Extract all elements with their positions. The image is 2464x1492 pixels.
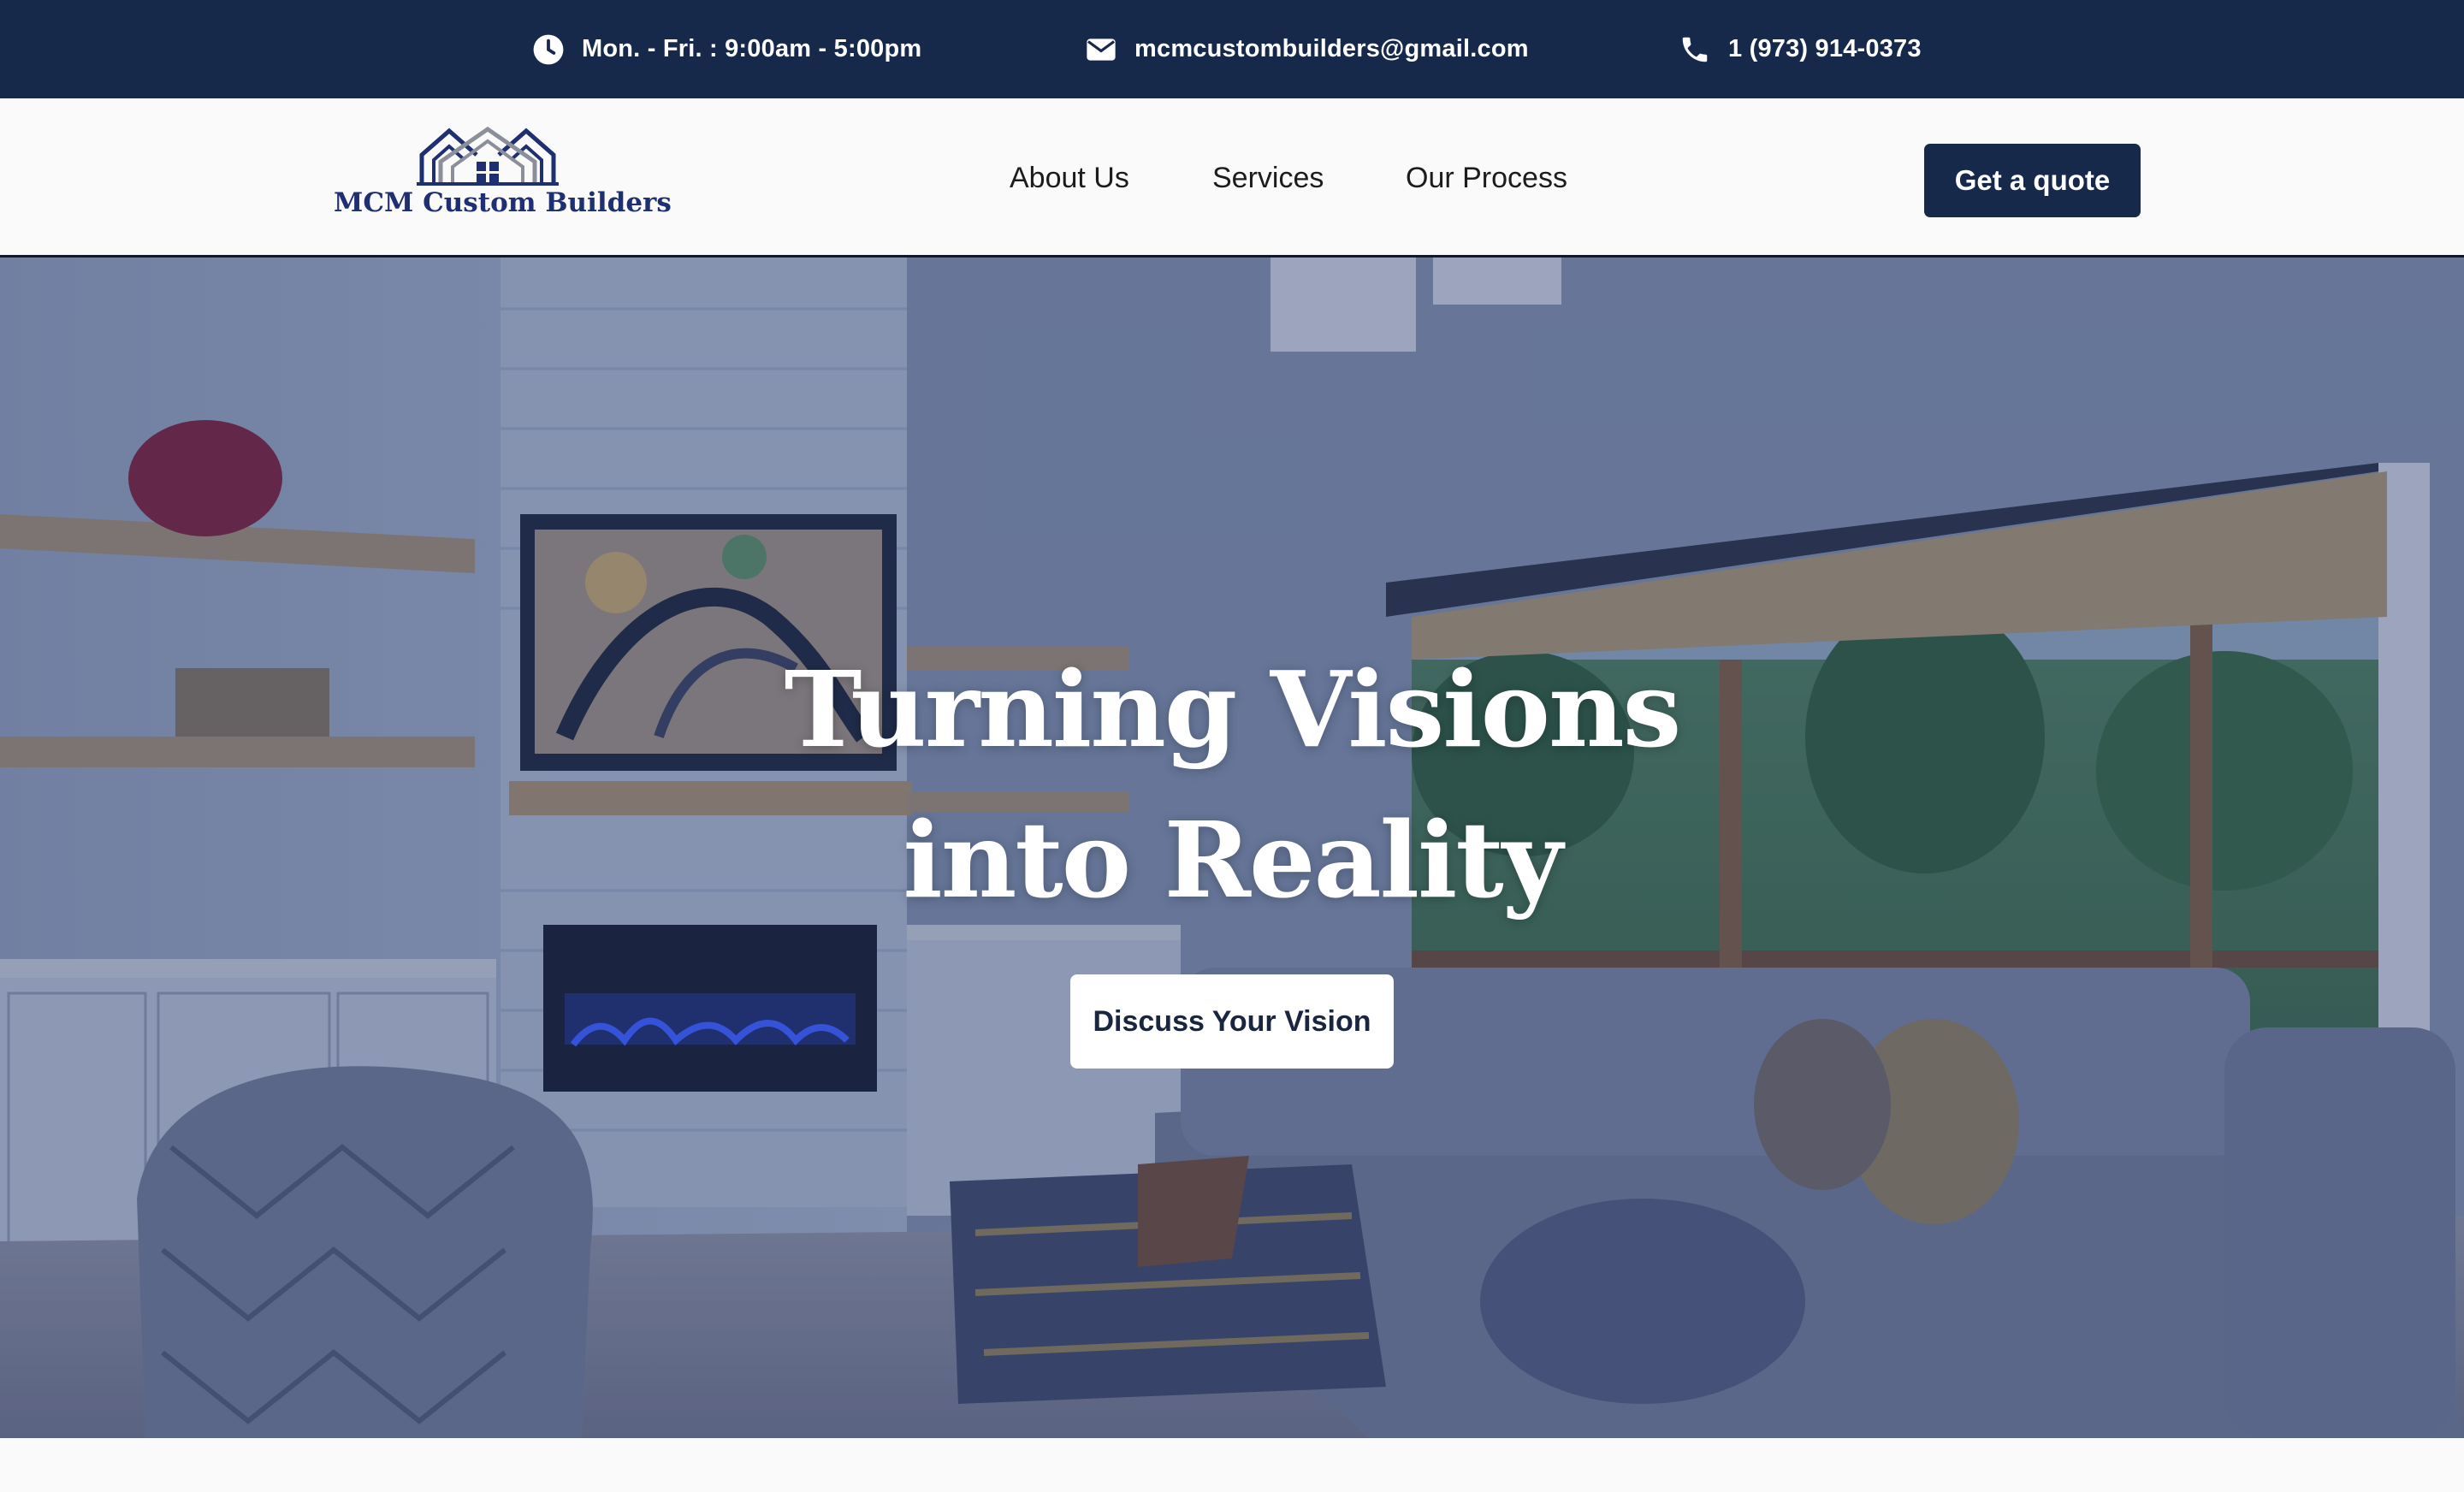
contact-phone[interactable]: 1 (973) 914-0373 (1679, 0, 1922, 98)
next-section-edge (0, 1438, 2464, 1492)
clock-icon (532, 33, 565, 66)
business-hours: Mon. - Fri. : 9:00am - 5:00pm (532, 0, 921, 98)
logo-text: MCM Custom Builders (334, 187, 672, 218)
nav-link-about-us[interactable]: About Us (1010, 98, 1129, 258)
envelope-icon (1085, 33, 1117, 66)
hero-headline: Turning Visions into Reality (0, 634, 2464, 935)
nav-link-our-process[interactable]: Our Process (1406, 98, 1567, 258)
nav-link-services[interactable]: Services (1212, 98, 1324, 258)
discuss-your-vision-button[interactable]: Discuss Your Vision (1070, 974, 1394, 1069)
main-navigation: MCM Custom Builders About Us Services Ou… (0, 98, 2464, 258)
email-text[interactable]: mcmcustombuilders@gmail.com (1134, 35, 1529, 63)
phone-text[interactable]: 1 (973) 914-0373 (1728, 35, 1922, 63)
company-logo[interactable]: MCM Custom Builders (334, 126, 672, 237)
phone-icon (1679, 33, 1711, 66)
house-logo-icon (417, 126, 559, 186)
contact-email[interactable]: mcmcustombuilders@gmail.com (1085, 0, 1529, 98)
hours-text: Mon. - Fri. : 9:00am - 5:00pm (582, 35, 922, 62)
hero-section: Turning Visions into Reality Discuss You… (0, 258, 2464, 1438)
get-a-quote-button[interactable]: Get a quote (1924, 144, 2141, 217)
top-info-bar: Mon. - Fri. : 9:00am - 5:00pm mcmcustomb… (0, 0, 2464, 98)
hero-headline-line1: Turning Visions (784, 648, 1682, 771)
hero-headline-line2: into Reality (903, 798, 1562, 921)
